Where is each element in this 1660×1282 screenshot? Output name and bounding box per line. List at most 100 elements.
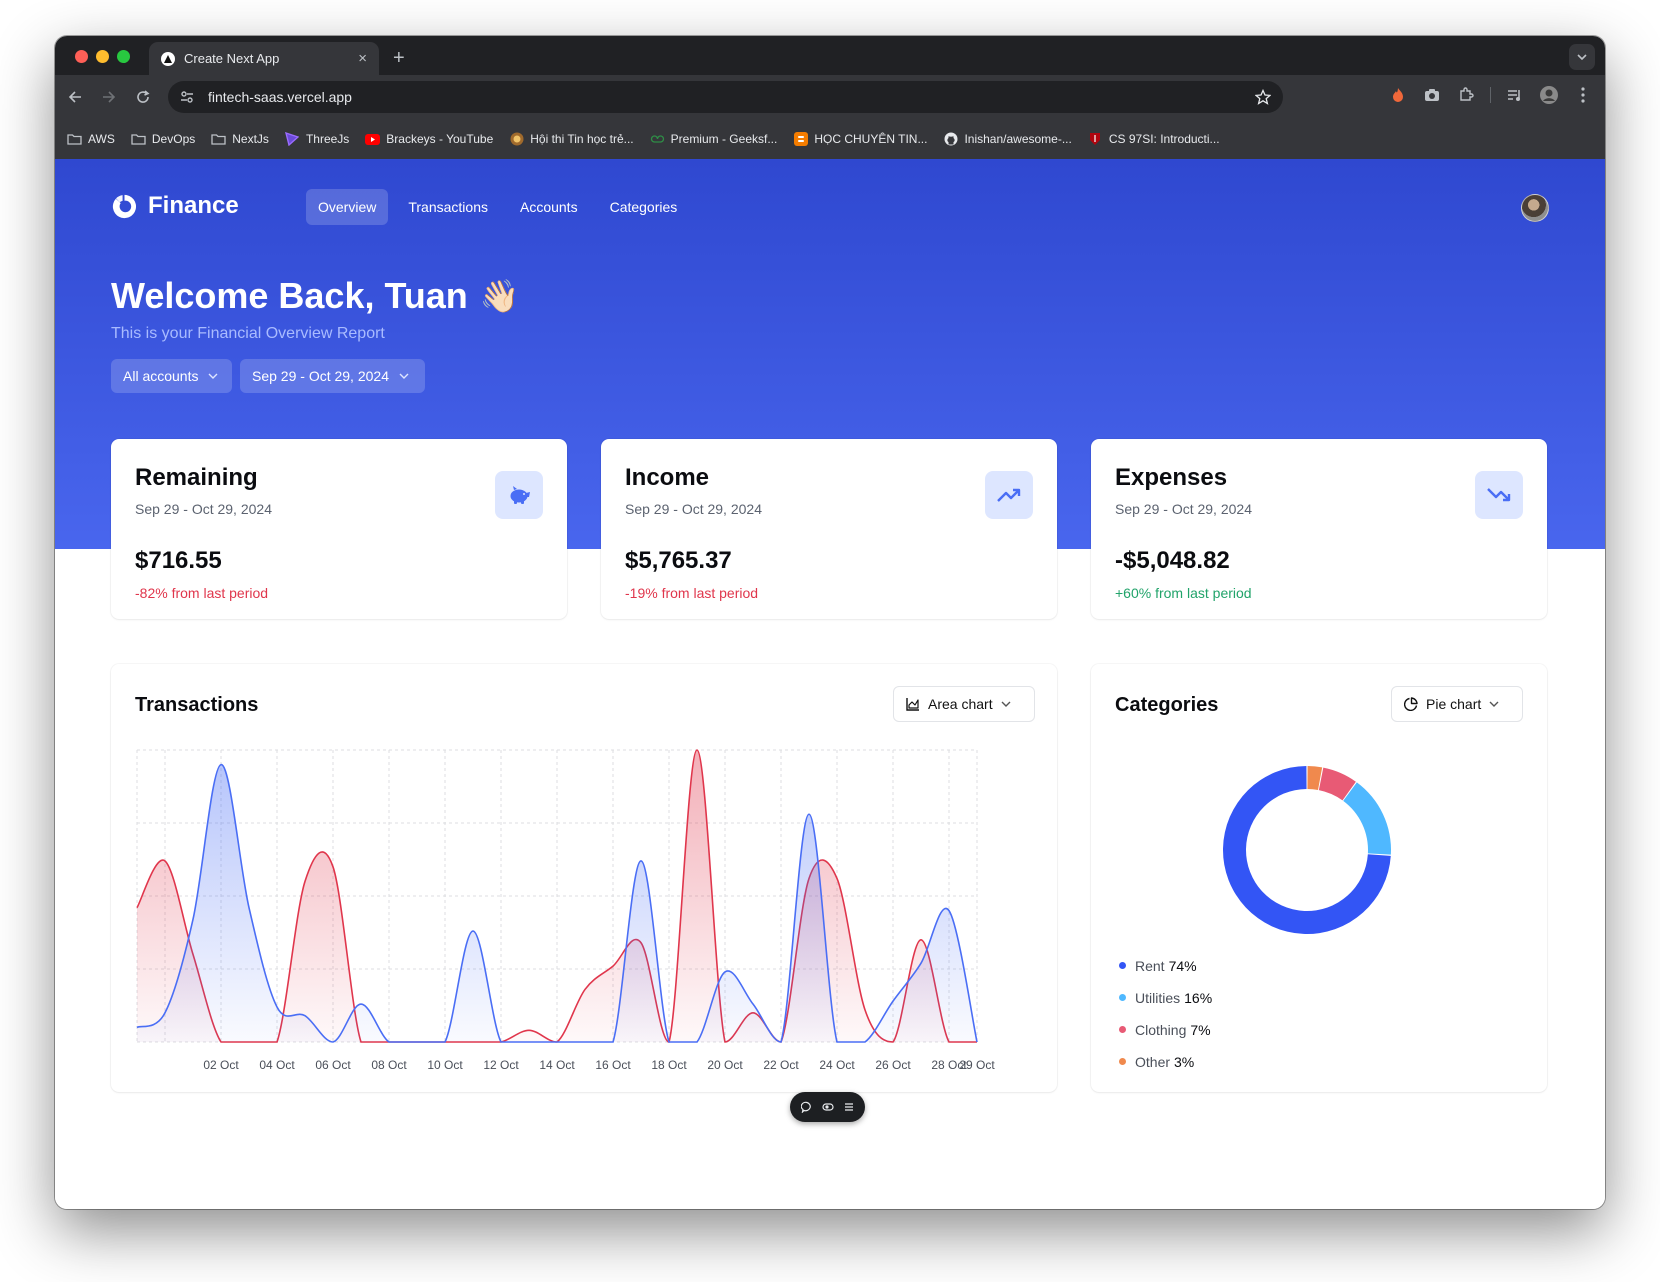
threejs-icon (285, 132, 300, 146)
piggy-bank-icon (495, 471, 543, 519)
x-tick-label: 02 Oct (203, 1058, 239, 1072)
nav-accounts[interactable]: Accounts (508, 189, 590, 225)
youtube-icon (365, 133, 381, 146)
legend-label: Rent (1135, 957, 1165, 974)
trending-down-icon (1475, 471, 1523, 519)
x-tick-label: 08 Oct (371, 1058, 407, 1072)
github-icon (943, 132, 958, 146)
income-card: Income Sep 29 - Oct 29, 2024 $5,765.37 -… (601, 439, 1057, 619)
comment-icon[interactable] (800, 1101, 813, 1113)
arrow-right-icon (103, 91, 116, 103)
extension-fire-icon[interactable] (1388, 85, 1408, 105)
bookmark-item[interactable]: DevOps (131, 132, 195, 146)
filters-row: All accounts Sep 29 - Oct 29, 2024 (111, 359, 425, 393)
bookmark-star-icon[interactable] (1255, 89, 1271, 105)
nav-transactions[interactable]: Transactions (396, 189, 500, 225)
toggle-icon[interactable] (821, 1101, 834, 1113)
bookmark-item[interactable]: Brackeys - YouTube (365, 132, 493, 146)
stat-change: -82% from last period (135, 585, 269, 601)
stat-date-range: Sep 29 - Oct 29, 2024 (625, 501, 762, 517)
close-tab-icon[interactable]: × (358, 50, 367, 67)
legend-percent: 3% (1174, 1053, 1195, 1070)
bookmark-item[interactable]: HỌC CHUYÊN TIN... (793, 132, 927, 146)
bookmark-item[interactable]: NextJs (211, 132, 269, 146)
legend-percent: 16% (1184, 989, 1213, 1006)
nav-overview[interactable]: Overview (306, 189, 389, 225)
user-avatar[interactable] (1521, 194, 1549, 222)
legend-item-clothing: Clothing 7% (1119, 1020, 1212, 1039)
folder-icon (131, 133, 146, 146)
media-controls-icon[interactable] (1505, 85, 1525, 105)
bookmark-item[interactable]: AWS (67, 132, 115, 146)
welcome-text: Welcome Back, Tuan (111, 275, 468, 316)
waving-hand-emoji: 👋🏻 (479, 278, 520, 314)
bookmark-label: Inishan/awesome-... (964, 132, 1072, 146)
address-bar[interactable]: fintech-saas.vercel.app (168, 81, 1283, 113)
extensions-puzzle-icon[interactable] (1456, 85, 1476, 105)
bookmark-item[interactable]: CS 97SI: Introducti... (1088, 132, 1220, 146)
folder-icon (67, 133, 82, 146)
trending-up-icon (985, 471, 1033, 519)
forward-button[interactable] (97, 85, 121, 109)
bookmark-item[interactable]: Premium - Geeksf... (650, 132, 778, 146)
bookmark-item[interactable]: ThreeJs (285, 132, 349, 146)
legend-percent: 74% (1168, 957, 1197, 974)
x-tick-label: 26 Oct (875, 1058, 911, 1072)
stat-date-range: Sep 29 - Oct 29, 2024 (1115, 501, 1252, 517)
date-range-filter-select[interactable]: Sep 29 - Oct 29, 2024 (240, 359, 425, 393)
legend-dot (1119, 1058, 1126, 1065)
account-filter-value: All accounts (123, 368, 199, 384)
extensions-area (1388, 85, 1593, 105)
site-settings-icon[interactable] (180, 90, 194, 104)
stat-title: Remaining (135, 464, 258, 491)
dev-toolbar[interactable] (790, 1092, 865, 1122)
welcome-subtitle: This is your Financial Overview Report (111, 325, 385, 342)
stat-title: Expenses (1115, 464, 1228, 491)
brand-logo-link[interactable]: Finance (111, 192, 239, 220)
x-tick-label: 04 Oct (259, 1058, 295, 1072)
x-tick-label: 06 Oct (315, 1058, 351, 1072)
new-tab-button[interactable]: + (393, 46, 405, 70)
welcome-heading: Welcome Back, Tuan 👋🏻 (111, 275, 520, 317)
nav-categories[interactable]: Categories (598, 189, 690, 225)
legend-dot (1119, 962, 1126, 969)
legend-item-other: Other 3% (1119, 1052, 1212, 1071)
browser-tab[interactable]: Create Next App × (149, 42, 379, 75)
tab-search-button[interactable] (1569, 44, 1595, 70)
finance-app: Finance Overview Transactions Accounts C… (55, 159, 1605, 1209)
chevron-down-icon (1577, 54, 1587, 60)
bookmark-label: HỌC CHUYÊN TIN... (814, 132, 928, 146)
award-icon (509, 132, 524, 146)
bookmark-item[interactable]: Inishan/awesome-... (943, 132, 1072, 146)
close-window-button[interactable] (75, 50, 88, 63)
brand-name: Finance (148, 192, 239, 219)
legend-item-utilities: Utilities 16% (1119, 988, 1212, 1007)
legend-item-rent: Rent 74% (1119, 956, 1212, 975)
browser-menu-icon[interactable] (1573, 85, 1593, 105)
stanford-icon (1088, 133, 1103, 146)
list-icon[interactable] (843, 1101, 855, 1113)
account-filter-select[interactable]: All accounts (111, 359, 232, 393)
reload-button[interactable] (131, 85, 155, 109)
browser-chrome: Create Next App × + fintech-saas.vercel.… (55, 36, 1605, 159)
stat-value: $716.55 (135, 547, 222, 574)
chevron-down-icon (208, 373, 218, 379)
stat-change: -19% from last period (625, 585, 759, 601)
url-text[interactable]: fintech-saas.vercel.app (208, 89, 1255, 105)
bookmark-label: Hội thi Tin học trẻ... (530, 132, 634, 146)
legend-label: Clothing (1135, 1021, 1187, 1038)
categories-legend: Rent 74% Utilities 16% Clothing 7% Other… (1119, 956, 1212, 1071)
extension-camera-icon[interactable] (1422, 85, 1442, 105)
profile-avatar-icon[interactable] (1539, 85, 1559, 105)
back-button[interactable] (63, 85, 87, 109)
tab-title: Create Next App (184, 51, 280, 66)
chevron-down-icon (399, 373, 409, 379)
zoom-window-button[interactable] (117, 50, 130, 63)
minimize-window-button[interactable] (96, 50, 109, 63)
bookmark-label: Premium - Geeksf... (670, 132, 778, 146)
nextjs-favicon-icon (161, 51, 175, 66)
toolbar-divider (1490, 87, 1491, 103)
bookmark-item[interactable]: Hội thi Tin học trẻ... (509, 132, 634, 146)
x-tick-label: 24 Oct (819, 1058, 855, 1072)
x-tick-label: 22 Oct (763, 1058, 799, 1072)
